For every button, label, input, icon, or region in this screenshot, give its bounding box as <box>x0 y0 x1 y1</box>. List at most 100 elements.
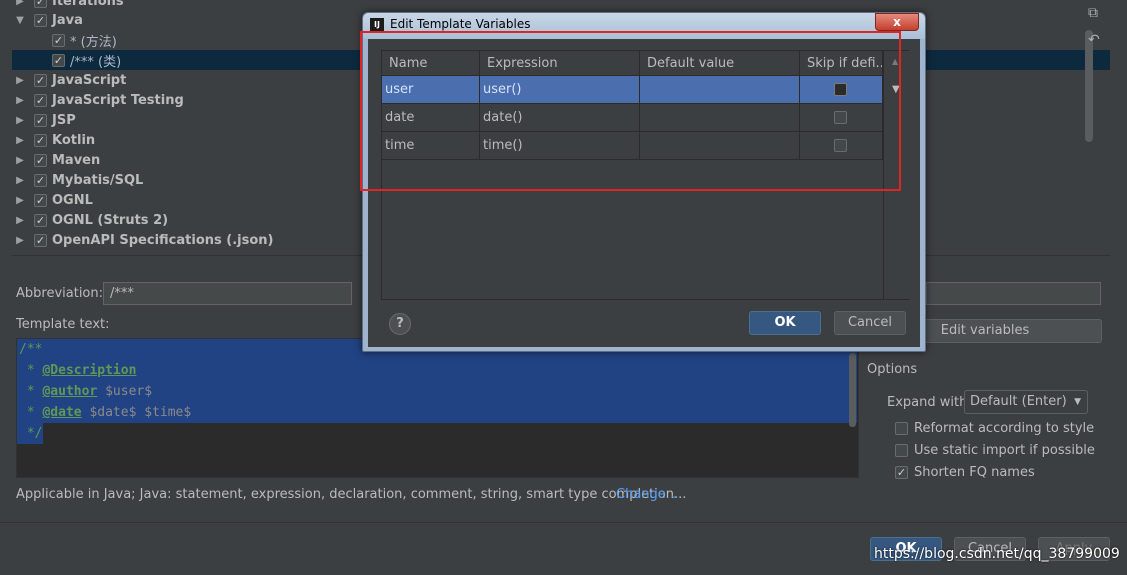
column-header-default-value[interactable]: Default value <box>640 51 800 76</box>
code-line: /** <box>19 342 43 357</box>
tree-checkbox[interactable]: ✓ <box>34 233 47 247</box>
close-icon: x <box>893 15 901 29</box>
options-title: Options <box>867 362 918 377</box>
tree-item-label: * (方法) <box>70 34 117 50</box>
expand-arrow-icon[interactable]: ▶ <box>14 135 26 146</box>
cell-default-value[interactable] <box>640 132 800 160</box>
revert-icon[interactable]: ↶ <box>1088 32 1100 48</box>
cell-expression[interactable]: time() <box>480 132 640 160</box>
template-text-editor[interactable]: /** * @Description * @author $user$ * @d… <box>16 338 859 478</box>
edit-template-variables-dialog: IJ Edit Template Variables x Name Expres… <box>362 12 926 352</box>
code-line: * @author $user$ <box>19 384 153 399</box>
tree-checkbox[interactable]: ✓ <box>34 193 47 207</box>
copy-icon[interactable]: ⧉ <box>1088 5 1098 21</box>
cell-expression[interactable]: date() <box>480 104 640 132</box>
expand-arrow-icon[interactable]: ▶ <box>14 115 26 126</box>
tree-checkbox[interactable]: ✓ <box>34 0 47 8</box>
change-link-label: Change <box>616 487 666 502</box>
tree-checkbox[interactable]: ✓ <box>34 13 47 27</box>
cell-skip[interactable] <box>800 76 883 104</box>
cell-name[interactable]: user <box>382 76 480 104</box>
expand-with-value: Default (Enter) <box>970 394 1067 409</box>
expand-arrow-icon[interactable]: ▶ <box>14 235 26 246</box>
template-text-label: Template text: <box>16 317 110 332</box>
skip-checkbox[interactable] <box>834 111 847 124</box>
watermark-text: https://blog.csdn.net/qq_38799009 <box>874 546 1120 562</box>
expand-with-label: Expand with <box>887 395 968 410</box>
tree-item-label: /*** (类) <box>70 54 122 70</box>
column-header-name[interactable]: Name <box>382 51 480 76</box>
shorten-fq-label: Shorten FQ names <box>914 465 1035 480</box>
abbreviation-label: Abbreviation: <box>16 286 104 301</box>
tree-item-label: Iterations <box>52 0 124 9</box>
tree-checkbox[interactable]: ✓ <box>34 213 47 227</box>
applicable-contexts-text: Applicable in Java; Java: statement, exp… <box>16 487 687 502</box>
expand-with-select[interactable]: Default (Enter) ▼ <box>964 390 1088 414</box>
tree-checkbox[interactable]: ✓ <box>34 93 47 107</box>
collapse-arrow-icon[interactable]: ▼ <box>14 15 26 26</box>
expand-arrow-icon[interactable]: ▶ <box>14 155 26 166</box>
expand-arrow-icon[interactable]: ▶ <box>14 195 26 206</box>
static-import-label: Use static import if possible <box>914 443 1095 458</box>
divider <box>0 522 1127 523</box>
code-line: * @Description <box>19 363 137 378</box>
chevron-down-icon: ⌄ <box>669 491 678 501</box>
description-input[interactable] <box>926 282 1101 305</box>
change-contexts-link[interactable]: Change ⌄ <box>616 487 677 502</box>
tree-item-label: Maven <box>52 152 101 168</box>
dialog-ok-button[interactable]: OK <box>749 311 821 335</box>
tree-checkbox[interactable]: ✓ <box>34 133 47 147</box>
static-import-checkbox[interactable] <box>895 444 908 457</box>
dialog-cancel-button[interactable]: Cancel <box>834 311 906 335</box>
tree-checkbox[interactable]: ✓ <box>34 73 47 87</box>
help-button[interactable]: ? <box>389 313 411 335</box>
tree-item-label: OpenAPI Specifications (.json) <box>52 232 274 248</box>
table-scrollbar[interactable]: ▲ ▼ <box>883 51 909 299</box>
tree-checkbox[interactable]: ✓ <box>34 173 47 187</box>
reformat-label: Reformat according to style <box>914 421 1095 436</box>
tree-checkbox[interactable]: ✓ <box>52 53 65 67</box>
skip-checkbox[interactable] <box>834 139 847 152</box>
cell-default-value[interactable] <box>640 104 800 132</box>
reformat-checkbox[interactable] <box>895 422 908 435</box>
tree-item-label: JavaScript <box>52 72 127 88</box>
expand-arrow-icon[interactable]: ▶ <box>14 75 26 86</box>
tree-checkbox[interactable]: ✓ <box>34 153 47 167</box>
tree-item-label: JSP <box>52 112 76 128</box>
expand-arrow-icon[interactable]: ▶ <box>14 215 26 226</box>
intellij-app-icon: IJ <box>370 18 384 32</box>
cell-skip[interactable] <box>800 132 883 160</box>
cell-name[interactable]: time <box>382 132 480 160</box>
dialog-title: Edit Template Variables <box>390 17 531 31</box>
expand-arrow-icon[interactable]: ▶ <box>14 175 26 186</box>
tree-item-label: Java <box>52 12 83 28</box>
column-header-skip-if-defined[interactable]: Skip if defi... <box>800 51 883 76</box>
cell-name[interactable]: date <box>382 104 480 132</box>
abbreviation-input[interactable]: /*** <box>103 282 352 305</box>
scroll-down-icon[interactable]: ▼ <box>892 84 900 95</box>
tree-item-label: JavaScript Testing <box>52 92 184 108</box>
tree-checkbox[interactable]: ✓ <box>34 113 47 127</box>
code-line: * @date $date$ $time$ <box>19 405 192 420</box>
tree-item-label: Kotlin <box>52 132 96 148</box>
tree-item-label: OGNL <box>52 192 93 208</box>
code-line: */ <box>19 426 43 441</box>
skip-checkbox[interactable] <box>834 83 847 96</box>
cell-skip[interactable] <box>800 104 883 132</box>
tree-checkbox[interactable]: ✓ <box>52 33 65 47</box>
shorten-fq-checkbox[interactable]: ✓ <box>895 466 908 479</box>
dialog-body: Name Expression Default value Skip if de… <box>368 39 920 347</box>
cell-expression[interactable]: user() <box>480 76 640 104</box>
scroll-up-icon[interactable]: ▲ <box>892 57 898 66</box>
tree-item-label: Mybatis/SQL <box>52 172 144 188</box>
editor-scrollbar[interactable] <box>849 353 856 427</box>
expand-arrow-icon[interactable]: ▶ <box>14 95 26 106</box>
column-header-expression[interactable]: Expression <box>480 51 640 76</box>
chevron-down-icon: ▼ <box>1074 397 1081 407</box>
dialog-titlebar[interactable]: IJ Edit Template Variables x <box>363 13 925 39</box>
variables-table: Name Expression Default value Skip if de… <box>381 50 909 300</box>
close-button[interactable]: x <box>875 13 919 31</box>
tree-item-label: OGNL (Struts 2) <box>52 212 169 228</box>
expand-arrow-icon[interactable]: ▶ <box>14 0 26 7</box>
cell-default-value[interactable] <box>640 76 800 104</box>
